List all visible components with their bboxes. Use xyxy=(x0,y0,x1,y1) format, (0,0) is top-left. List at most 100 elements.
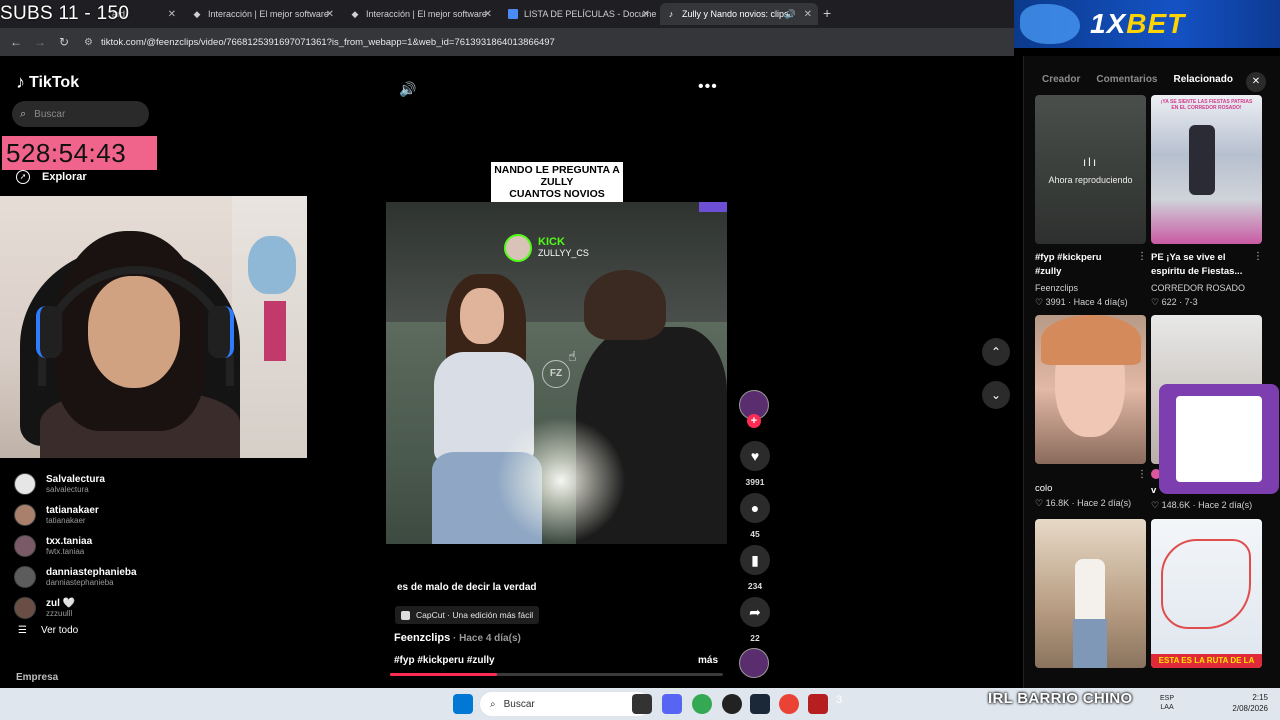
kebab-menu-icon[interactable]: ⋮ xyxy=(1253,251,1263,262)
related-video-info[interactable]: colo ♡ 16.8K · Hace 2 día(s) xyxy=(1035,482,1147,510)
close-tab-icon[interactable]: ✕ xyxy=(484,9,492,20)
close-panel-icon[interactable]: ✕ xyxy=(1246,72,1266,92)
related-video-thumb[interactable]: ¡YA SE SIENTE LAS FIESTAS PATRIAS EN EL … xyxy=(1151,95,1262,244)
task-view-icon[interactable] xyxy=(632,694,652,714)
tiktok-logo[interactable]: ♪ TikTok xyxy=(16,72,79,93)
search-icon: ⌕ xyxy=(20,107,27,120)
nav-explore[interactable]: ➚ Explorar xyxy=(16,170,87,184)
more-button[interactable]: más xyxy=(698,655,718,666)
company-link[interactable]: Empresa xyxy=(16,672,58,683)
comment-button[interactable]: ● 45 xyxy=(739,493,771,539)
avatar xyxy=(14,596,36,619)
heart-icon: ♥ xyxy=(740,441,770,471)
qr-code-icon xyxy=(1176,396,1262,482)
related-video-info[interactable]: PE ¡Ya se vive el espíritu de Fiestas...… xyxy=(1151,251,1263,309)
close-tab-icon[interactable]: ✕ xyxy=(168,9,176,20)
following-item[interactable]: danniastephanieba danniastephanieba xyxy=(14,561,184,592)
save-button[interactable]: ▮ 234 xyxy=(739,545,771,591)
tab-related[interactable]: Relacionado xyxy=(1173,74,1232,85)
avatar xyxy=(14,534,36,557)
next-video-button[interactable]: ⌄ xyxy=(982,381,1010,409)
kebab-menu-icon[interactable]: ⋮ xyxy=(1137,469,1147,480)
right-panel: Creador Comentarios Relacionado ✕ ılı Ah… xyxy=(1023,56,1280,688)
address-bar: ← → ↻ ⚙ tiktok.com/@feenzclips/video/766… xyxy=(0,28,1014,56)
webcam-overlay xyxy=(0,196,307,458)
tab-label: Zully y Nando novios: clips xyxy=(682,9,789,19)
forward-arrow-icon[interactable]: → xyxy=(28,35,52,49)
related-video-thumb[interactable]: ESTA ES LA RUTA DE LA xyxy=(1151,519,1262,668)
video-hashtags[interactable]: #fyp #kickperu #zully xyxy=(394,655,495,666)
tab-label: LISTA DE PELÍCULAS - Docume xyxy=(524,9,656,19)
avatar xyxy=(14,472,36,495)
volume-icon[interactable]: 🔊 xyxy=(399,81,416,98)
ad-banner[interactable]: 1XBET xyxy=(1014,0,1280,48)
share-button[interactable]: ➦ 22 xyxy=(739,597,771,643)
system-clock[interactable]: 2:15 2/08/2026 xyxy=(1228,692,1268,714)
close-tab-icon[interactable]: ✕ xyxy=(642,9,650,20)
related-video-thumb[interactable]: ılı Ahora reproduciendo xyxy=(1035,95,1146,244)
windows-start-icon[interactable] xyxy=(453,694,473,714)
notification-badge: 3 xyxy=(836,694,843,706)
url-field[interactable]: ⚙ tiktok.com/@feenzclips/video/766812539… xyxy=(84,37,555,48)
language-indicator[interactable]: ESP LAA xyxy=(1160,694,1174,712)
more-options-icon[interactable]: ••• xyxy=(698,78,718,96)
video-progress-bar[interactable] xyxy=(390,673,723,676)
discord-icon[interactable] xyxy=(662,694,682,714)
compass-icon: ➚ xyxy=(16,170,30,184)
avatar xyxy=(14,565,36,588)
video-description: es de malo de decir la verdad xyxy=(397,582,537,593)
close-tab-icon[interactable]: ✕ xyxy=(326,9,334,20)
browser-tab[interactable]: ◆ Interacción | El mejor software ✕ xyxy=(186,3,340,25)
app-icon[interactable] xyxy=(808,694,828,714)
kebab-menu-icon[interactable]: ⋮ xyxy=(1137,251,1147,262)
following-item[interactable]: tatianakaer tatianakaer xyxy=(14,499,184,530)
browser-tab[interactable]: LISTA DE PELÍCULAS - Docume ✕ xyxy=(502,3,656,25)
following-item[interactable]: Salvalectura salvalectura xyxy=(14,468,184,499)
mouse-cursor-icon: ☝ xyxy=(568,348,577,364)
search-input[interactable]: ⌕ Buscar xyxy=(12,101,149,127)
steam-icon[interactable] xyxy=(750,694,770,714)
see-all-link[interactable]: ☰ Ver todo xyxy=(14,625,184,636)
site-info-icon[interactable]: ⚙ xyxy=(84,37,93,48)
following-item[interactable]: zul 🤍 zzzuulll xyxy=(14,592,184,623)
following-item[interactable]: txx.taniaa fwtx.taniaa xyxy=(14,530,184,561)
comment-icon: ● xyxy=(740,493,770,523)
tab-comments[interactable]: Comentarios xyxy=(1096,74,1157,85)
capcut-link[interactable]: CapCut · Una edición más fácil xyxy=(395,606,540,624)
tiktok-favicon-icon: ♪ xyxy=(668,9,674,19)
like-button[interactable]: ♥ 3991 xyxy=(739,441,771,487)
following-list: Salvalectura salvalectura tatianakaer tati… xyxy=(14,468,184,636)
equalizer-icon: ılı xyxy=(1082,154,1099,169)
related-video-thumb[interactable] xyxy=(1035,519,1146,668)
audio-playing-icon[interactable]: 🔊 xyxy=(785,9,796,20)
video-author[interactable]: Feenzclips · Hace 4 día(s) xyxy=(394,632,521,644)
chrome-alt-icon[interactable] xyxy=(779,694,799,714)
video-player[interactable]: KICK ZULLYY_CS FZ xyxy=(386,202,727,544)
new-tab-button[interactable]: + xyxy=(823,5,831,21)
tab-label: Interacción | El mejor software xyxy=(366,9,487,19)
close-tab-icon[interactable]: ✕ xyxy=(804,9,812,20)
now-playing-label: Ahora reproduciendo xyxy=(1048,174,1133,185)
previous-video-button[interactable]: ⌃ xyxy=(982,338,1010,366)
reload-icon[interactable]: ↻ xyxy=(52,35,76,49)
related-video-thumb[interactable] xyxy=(1035,315,1146,464)
tab-label: Interacción | El mejor software xyxy=(208,9,329,19)
related-video-info[interactable]: #fyp #kickperu #zully Feenzclips ♡ 3991 … xyxy=(1035,251,1147,309)
capcut-icon xyxy=(401,610,410,620)
browser-tab-active[interactable]: ♪ Zully y Nando novios: clips 🔊 ✕ xyxy=(660,3,818,25)
url-text: tiktok.com/@feenzclips/video/76681253916… xyxy=(100,36,555,48)
taskbar-search[interactable]: ⌕ Buscar xyxy=(480,692,650,716)
tab-creator[interactable]: Creador xyxy=(1042,74,1080,85)
music-disc-avatar[interactable] xyxy=(739,648,769,678)
obs-icon[interactable] xyxy=(722,694,742,714)
windows-taskbar: ⌕ Buscar 3 IRL BARRIO CHINO ESP LAA 2:15… xyxy=(0,688,1280,720)
tiktok-page: ♪ TikTok ⌕ Buscar 528:54:43 ➚ Explorar S… xyxy=(0,56,1280,688)
back-arrow-icon[interactable]: ← xyxy=(4,35,28,49)
follow-plus-icon[interactable]: + xyxy=(747,414,761,428)
docs-icon xyxy=(508,9,518,19)
watermark-logo: FZ xyxy=(542,360,570,388)
browser-tab[interactable]: ◆ Interacción | El mejor software ✕ xyxy=(344,3,498,25)
tiktok-note-icon: ♪ xyxy=(16,72,25,92)
stream-timer-overlay: 528:54:43 xyxy=(2,136,157,170)
chrome-icon[interactable] xyxy=(692,694,712,714)
